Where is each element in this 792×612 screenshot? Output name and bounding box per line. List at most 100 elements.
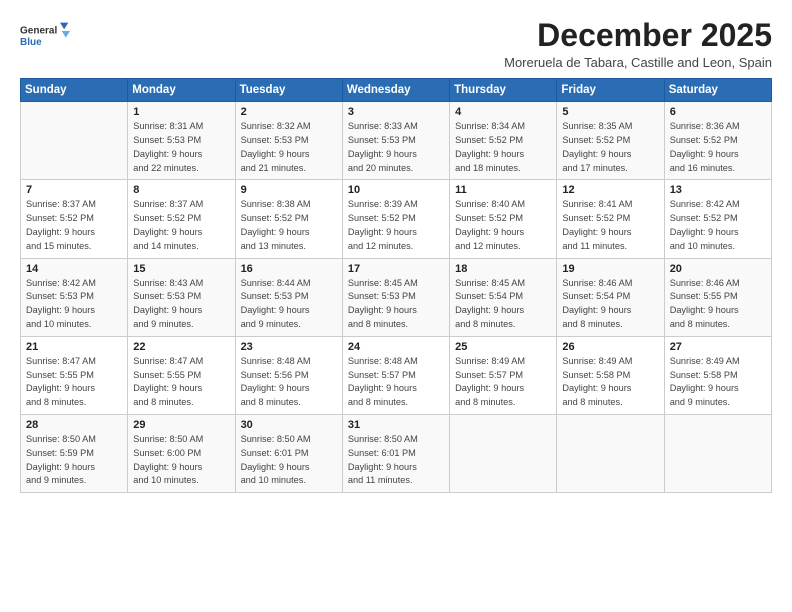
day-number: 16 — [241, 263, 337, 275]
week-row-3: 21 Sunrise: 8:47 AMSunset: 5:55 PMDayligh… — [21, 336, 772, 414]
calendar-cell: 31Sunrise: 8:50 AMSunset: 6:01 PMDayligh… — [342, 414, 449, 492]
calendar-cell: 2 Sunrise: 8:32 AMSunset: 5:53 PMDaylight… — [235, 102, 342, 180]
month-title: December 2025 — [504, 18, 772, 53]
calendar-cell: 28 Sunrise: 8:50 AMSunset: 5:59 PMDayligh… — [21, 414, 128, 492]
day-info: Sunrise: 8:37 AMSunset: 5:52 PMDaylight:… — [26, 198, 122, 253]
day-info: Sunrise: 8:47 AMSunset: 5:55 PMDaylight:… — [26, 355, 122, 410]
day-number: 30 — [241, 419, 337, 431]
calendar-cell — [450, 414, 557, 492]
day-number: 24 — [348, 341, 444, 353]
calendar-cell: 5 Sunrise: 8:35 AMSunset: 5:52 PMDaylight… — [557, 102, 664, 180]
header-sunday: Sunday — [21, 79, 128, 102]
day-info: Sunrise: 8:50 AMSunset: 6:01 PMDaylight:… — [241, 433, 337, 488]
calendar-cell — [664, 414, 771, 492]
week-row-2: 14Sunrise: 8:42 AMSunset: 5:53 PMDayligh… — [21, 258, 772, 336]
day-info: Sunrise: 8:34 AMSunset: 5:52 PMDaylight:… — [455, 120, 551, 175]
day-info: Sunrise: 8:46 AMSunset: 5:55 PMDaylight:… — [670, 277, 766, 332]
day-number: 2 — [241, 106, 337, 118]
day-number: 13 — [670, 184, 766, 196]
calendar-cell: 4 Sunrise: 8:34 AMSunset: 5:52 PMDaylight… — [450, 102, 557, 180]
day-info: Sunrise: 8:48 AMSunset: 5:56 PMDaylight:… — [241, 355, 337, 410]
calendar-cell: 12 Sunrise: 8:41 AMSunset: 5:52 PMDayligh… — [557, 180, 664, 258]
day-number: 28 — [26, 419, 122, 431]
calendar-cell: 18 Sunrise: 8:45 AMSunset: 5:54 PMDayligh… — [450, 258, 557, 336]
day-number: 1 — [133, 106, 229, 118]
calendar-cell: 26 Sunrise: 8:49 AMSunset: 5:58 PMDayligh… — [557, 336, 664, 414]
day-number: 17 — [348, 263, 444, 275]
day-info: Sunrise: 8:32 AMSunset: 5:53 PMDaylight:… — [241, 120, 337, 175]
day-number: 3 — [348, 106, 444, 118]
day-number: 14 — [26, 263, 122, 275]
day-info: Sunrise: 8:47 AMSunset: 5:55 PMDaylight:… — [133, 355, 229, 410]
day-info: Sunrise: 8:38 AMSunset: 5:52 PMDaylight:… — [241, 198, 337, 253]
day-info: Sunrise: 8:31 AMSunset: 5:53 PMDaylight:… — [133, 120, 229, 175]
day-info: Sunrise: 8:50 AMSunset: 6:01 PMDaylight:… — [348, 433, 444, 488]
calendar-cell: 3 Sunrise: 8:33 AMSunset: 5:53 PMDaylight… — [342, 102, 449, 180]
day-info: Sunrise: 8:40 AMSunset: 5:52 PMDaylight:… — [455, 198, 551, 253]
header-saturday: Saturday — [664, 79, 771, 102]
svg-text:General: General — [20, 26, 57, 37]
svg-text:Blue: Blue — [20, 37, 42, 48]
calendar-cell: 20 Sunrise: 8:46 AMSunset: 5:55 PMDayligh… — [664, 258, 771, 336]
calendar-cell: 1 Sunrise: 8:31 AMSunset: 5:53 PMDaylight… — [128, 102, 235, 180]
calendar-cell: 19Sunrise: 8:46 AMSunset: 5:54 PMDayligh… — [557, 258, 664, 336]
day-number: 21 — [26, 341, 122, 353]
day-number: 23 — [241, 341, 337, 353]
calendar-cell: 6Sunrise: 8:36 AMSunset: 5:52 PMDaylight… — [664, 102, 771, 180]
day-info: Sunrise: 8:39 AMSunset: 5:52 PMDaylight:… — [348, 198, 444, 253]
calendar-cell: 22Sunrise: 8:47 AMSunset: 5:55 PMDayligh… — [128, 336, 235, 414]
day-number: 7 — [26, 184, 122, 196]
header-tuesday: Tuesday — [235, 79, 342, 102]
day-number: 4 — [455, 106, 551, 118]
title-block: December 2025 Moreruela de Tabara, Casti… — [504, 18, 772, 70]
header-row: Sunday Monday Tuesday Wednesday Thursday… — [21, 79, 772, 102]
header-wednesday: Wednesday — [342, 79, 449, 102]
day-info: Sunrise: 8:49 AMSunset: 5:58 PMDaylight:… — [562, 355, 658, 410]
day-number: 20 — [670, 263, 766, 275]
header-thursday: Thursday — [450, 79, 557, 102]
calendar-cell — [557, 414, 664, 492]
day-info: Sunrise: 8:44 AMSunset: 5:53 PMDaylight:… — [241, 277, 337, 332]
day-info: Sunrise: 8:33 AMSunset: 5:53 PMDaylight:… — [348, 120, 444, 175]
day-number: 15 — [133, 263, 229, 275]
calendar-cell: 13 Sunrise: 8:42 AMSunset: 5:52 PMDayligh… — [664, 180, 771, 258]
day-number: 10 — [348, 184, 444, 196]
calendar-cell: 27 Sunrise: 8:49 AMSunset: 5:58 PMDayligh… — [664, 336, 771, 414]
week-row-1: 7 Sunrise: 8:37 AMSunset: 5:52 PMDaylight… — [21, 180, 772, 258]
day-info: Sunrise: 8:50 AMSunset: 6:00 PMDaylight:… — [133, 433, 229, 488]
week-row-4: 28 Sunrise: 8:50 AMSunset: 5:59 PMDayligh… — [21, 414, 772, 492]
logo: General Blue — [20, 18, 70, 54]
header-monday: Monday — [128, 79, 235, 102]
day-number: 26 — [562, 341, 658, 353]
day-info: Sunrise: 8:46 AMSunset: 5:54 PMDaylight:… — [562, 277, 658, 332]
day-info: Sunrise: 8:42 AMSunset: 5:52 PMDaylight:… — [670, 198, 766, 253]
day-info: Sunrise: 8:49 AMSunset: 5:58 PMDaylight:… — [670, 355, 766, 410]
calendar-cell: 29 Sunrise: 8:50 AMSunset: 6:00 PMDayligh… — [128, 414, 235, 492]
calendar-cell: 11 Sunrise: 8:40 AMSunset: 5:52 PMDayligh… — [450, 180, 557, 258]
day-info: Sunrise: 8:45 AMSunset: 5:54 PMDaylight:… — [455, 277, 551, 332]
calendar-cell: 21 Sunrise: 8:47 AMSunset: 5:55 PMDayligh… — [21, 336, 128, 414]
calendar-cell: 25Sunrise: 8:49 AMSunset: 5:57 PMDayligh… — [450, 336, 557, 414]
calendar-cell: 30 Sunrise: 8:50 AMSunset: 6:01 PMDayligh… — [235, 414, 342, 492]
day-info: Sunrise: 8:48 AMSunset: 5:57 PMDaylight:… — [348, 355, 444, 410]
calendar-cell — [21, 102, 128, 180]
subtitle: Moreruela de Tabara, Castille and Leon, … — [504, 55, 772, 70]
day-number: 25 — [455, 341, 551, 353]
calendar-cell: 17Sunrise: 8:45 AMSunset: 5:53 PMDayligh… — [342, 258, 449, 336]
day-number: 9 — [241, 184, 337, 196]
day-info: Sunrise: 8:35 AMSunset: 5:52 PMDaylight:… — [562, 120, 658, 175]
day-info: Sunrise: 8:41 AMSunset: 5:52 PMDaylight:… — [562, 198, 658, 253]
day-number: 8 — [133, 184, 229, 196]
day-info: Sunrise: 8:50 AMSunset: 5:59 PMDaylight:… — [26, 433, 122, 488]
day-number: 18 — [455, 263, 551, 275]
calendar-cell: 14Sunrise: 8:42 AMSunset: 5:53 PMDayligh… — [21, 258, 128, 336]
day-number: 11 — [455, 184, 551, 196]
day-number: 12 — [562, 184, 658, 196]
day-number: 27 — [670, 341, 766, 353]
day-number: 5 — [562, 106, 658, 118]
calendar-cell: 24 Sunrise: 8:48 AMSunset: 5:57 PMDayligh… — [342, 336, 449, 414]
day-number: 29 — [133, 419, 229, 431]
header-friday: Friday — [557, 79, 664, 102]
calendar-cell: 9 Sunrise: 8:38 AMSunset: 5:52 PMDaylight… — [235, 180, 342, 258]
day-number: 6 — [670, 106, 766, 118]
